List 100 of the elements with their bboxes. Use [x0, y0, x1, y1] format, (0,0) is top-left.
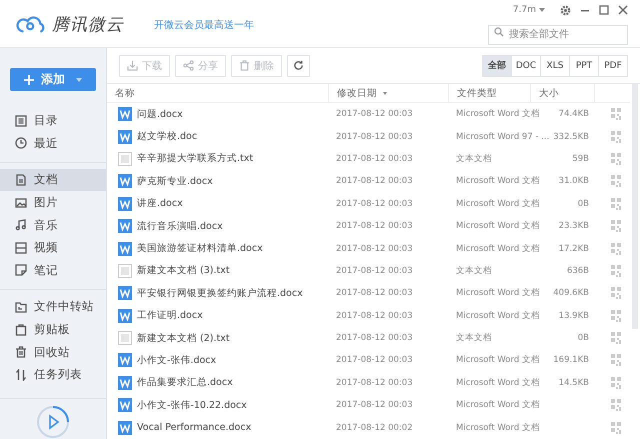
file-name[interactable]: 小作文-张伟-10.22.docx	[137, 398, 247, 412]
clipboard-icon	[15, 324, 27, 336]
settings-icon[interactable]	[560, 4, 571, 16]
sidebar-item[interactable]: 笔记	[0, 259, 106, 282]
file-name[interactable]: 赵文学校.doc	[137, 130, 198, 144]
sidebar-item[interactable]: 文件中转站	[0, 296, 106, 318]
search-icon	[494, 27, 504, 37]
date-cell: 2017-08-12 00:03	[336, 109, 413, 120]
size-cell: 31.0KB	[558, 176, 589, 186]
type-cell: Microsoft Word 文档	[456, 422, 540, 434]
type-cell: Microsoft Word 文档	[456, 354, 540, 366]
sidebar-item[interactable]: 剪贴板	[0, 318, 106, 341]
type-cell: 文本文档	[456, 264, 492, 277]
image-icon	[15, 196, 27, 209]
file-name[interactable]: 流行音乐演唱.docx	[137, 220, 223, 233]
scrollbar[interactable]	[632, 84, 638, 329]
qr-code-icon[interactable]	[611, 399, 621, 412]
qr-code-icon[interactable]	[611, 242, 621, 255]
list-icon	[15, 114, 27, 127]
sidebar-item[interactable]: 最近	[0, 132, 106, 155]
qr-code-icon[interactable]	[611, 264, 621, 277]
size-cell: 409.6KB	[553, 288, 589, 298]
type-cell: Microsoft Word 文档	[456, 242, 540, 255]
size-cell: 0B	[578, 198, 589, 209]
maximize-icon[interactable]	[599, 5, 609, 15]
file-name[interactable]: 新建文本文档 (3).txt	[137, 264, 230, 278]
column-header[interactable]: 名称	[107, 84, 329, 102]
type-cell: Microsoft Word 97 - ...	[456, 132, 550, 142]
qr-code-icon[interactable]	[611, 332, 621, 344]
qr-code-icon[interactable]	[611, 310, 621, 322]
date-cell: 2017-08-12 00:03	[336, 266, 413, 276]
close-icon[interactable]	[618, 5, 628, 15]
column-header[interactable]: 修改日期	[329, 84, 449, 102]
qr-code-icon[interactable]	[611, 287, 621, 300]
file-name[interactable]: 工作证明.docx	[137, 309, 203, 322]
sidebar-item[interactable]: 文档	[0, 168, 106, 192]
play-button[interactable]	[36, 405, 70, 439]
type-cell: Microsoft Word 文档	[456, 198, 540, 210]
sidebar-item[interactable]: 音乐	[0, 214, 106, 236]
app-logo-text: 腾讯微云	[52, 14, 124, 36]
file-name[interactable]: 美国旅游签证材料清单.docx	[137, 242, 263, 256]
trash-icon	[15, 346, 27, 358]
filter-tab[interactable]: DOC	[511, 54, 541, 76]
file-name[interactable]: 平安银行网银更换签约账户流程.docx	[137, 286, 303, 300]
size-cell: 17.2KB	[558, 244, 589, 254]
sidebar-item[interactable]: 图片	[0, 191, 106, 214]
file-name[interactable]: 新建文本文档 (2).txt	[137, 332, 230, 345]
filter-tab[interactable]: 全部	[482, 54, 512, 76]
date-cell: 2017-08-12 00:03	[336, 132, 413, 142]
music-icon	[15, 219, 27, 232]
type-cell: Microsoft Word 文档	[456, 399, 540, 412]
type-cell: Microsoft Word 文档	[456, 287, 540, 300]
share-icon	[183, 60, 194, 71]
note-icon	[15, 264, 27, 276]
file-name[interactable]: Vocal Performance.docx	[137, 422, 252, 434]
qr-code-icon[interactable]	[611, 198, 621, 210]
qr-code-icon[interactable]	[611, 130, 621, 143]
qr-code-icon[interactable]	[611, 220, 621, 232]
size-cell: 636B	[566, 266, 589, 276]
refresh-button[interactable]	[287, 54, 310, 76]
file-name[interactable]: 萨克斯专业.docx	[137, 174, 213, 188]
sidebar-item[interactable]: 视频	[0, 236, 106, 260]
qr-code-icon[interactable]	[611, 376, 621, 389]
size-cell: 14.5KB	[558, 378, 589, 388]
sidebar-item[interactable]: 回收站	[0, 340, 106, 364]
size-cell: 332.5KB	[553, 132, 589, 142]
size-cell: 23.3KB	[558, 221, 589, 232]
date-cell: 2017-08-12 00:03	[336, 154, 413, 164]
folder-icon	[15, 300, 27, 313]
filter-tab[interactable]: PPT	[569, 54, 599, 76]
type-cell: Microsoft Word 文档	[456, 175, 540, 188]
column-header[interactable]: 大小	[531, 84, 595, 102]
date-cell: 2017-08-12 00:03	[336, 244, 413, 254]
filter-tab[interactable]: XLS	[540, 54, 570, 76]
column-header[interactable]: 文件类型	[449, 84, 531, 102]
search-field[interactable]: 搜索全部文件	[488, 24, 628, 44]
type-cell: Microsoft Word 文档	[456, 310, 540, 322]
speed-dropdown[interactable]: 7.7m	[512, 5, 545, 15]
qr-code-icon[interactable]	[611, 175, 621, 188]
file-name[interactable]: 问题.docx	[137, 108, 183, 121]
file-name[interactable]: 讲座.docx	[137, 197, 183, 210]
qr-code-icon[interactable]	[611, 354, 621, 366]
file-name[interactable]: 辛辛那提大学联系方式.txt	[137, 152, 254, 166]
qr-code-icon[interactable]	[611, 108, 621, 120]
transfer-icon	[15, 368, 27, 381]
qr-code-icon[interactable]	[611, 422, 621, 434]
type-cell: 文本文档	[456, 332, 492, 344]
trash-icon	[239, 60, 250, 71]
date-cell: 2017-08-12 00:03	[336, 355, 413, 366]
sidebar-item[interactable]: 任务列表	[0, 363, 106, 386]
filter-tab[interactable]: PDF	[598, 54, 628, 76]
qr-code-icon[interactable]	[611, 152, 621, 165]
size-cell: 0B	[578, 333, 589, 344]
file-name[interactable]: 作品集要求汇总.docx	[137, 376, 233, 390]
size-cell: 169.1KB	[553, 355, 589, 366]
sidebar-item[interactable]: 目录	[0, 109, 106, 132]
type-cell: Microsoft Word 文档	[456, 376, 540, 389]
size-cell: 74.4KB	[558, 109, 589, 120]
download-icon	[127, 60, 138, 71]
file-name[interactable]: 小作文-张伟.docx	[137, 354, 216, 367]
